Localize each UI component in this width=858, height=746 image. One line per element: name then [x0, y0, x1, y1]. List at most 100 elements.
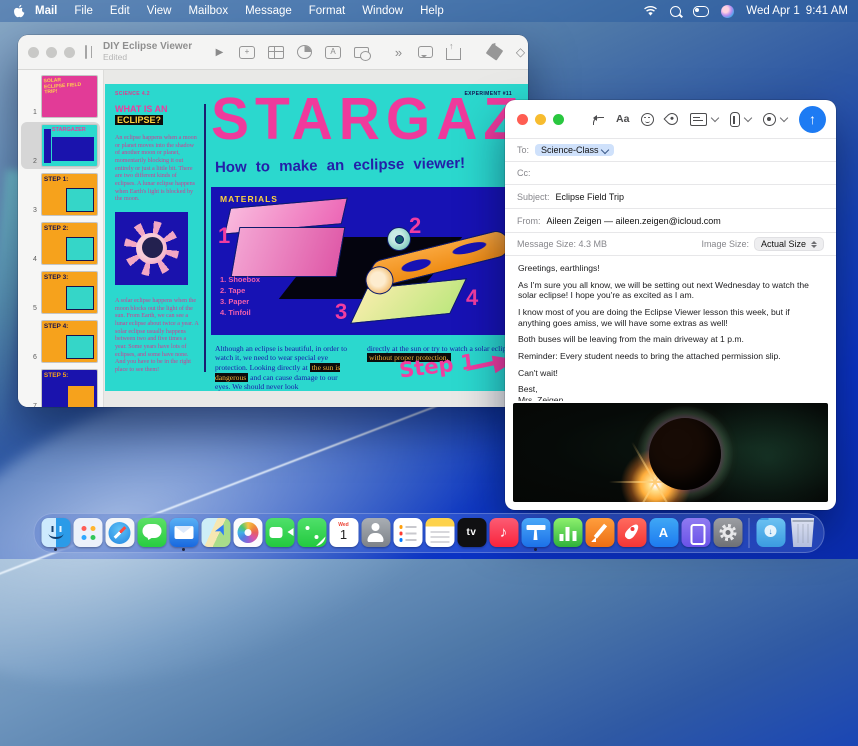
dock-contacts[interactable] [361, 515, 391, 551]
wifi-icon[interactable] [643, 6, 658, 17]
cc-field[interactable]: Cc: [505, 161, 836, 184]
siri-icon[interactable] [721, 5, 734, 18]
eclipse-photo-attachment[interactable] [513, 403, 828, 502]
dock-reminders[interactable] [393, 515, 423, 551]
chart-icon[interactable] [297, 45, 312, 59]
to-field[interactable]: To: Science-Class [505, 138, 836, 161]
menu-view[interactable]: View [147, 5, 172, 17]
dock: Wed1 tv♪ A [34, 513, 825, 553]
dock-maps[interactable] [201, 515, 231, 551]
slide-thumbnail-row-4[interactable]: 4STEP 2: [21, 220, 100, 267]
view-sidebar-icon[interactable] [85, 45, 87, 59]
menu-clock[interactable]: Wed Apr 1 9:41 AM [746, 5, 848, 17]
minimize-button[interactable] [535, 114, 546, 125]
dock-mail[interactable] [169, 515, 199, 551]
dock-iphone-mirroring[interactable] [681, 515, 711, 551]
menu-format[interactable]: Format [309, 5, 345, 17]
writing-tools-icon[interactable] [664, 111, 681, 128]
slide-paragraph-1: An eclipse happens when a moon or planet… [115, 135, 199, 204]
slide-2-stargazer[interactable]: SCIENCE 4.2 EXPERIMENT #11 WHAT IS AN EC… [105, 84, 528, 391]
menu-edit[interactable]: Edit [110, 5, 130, 17]
add-slide-icon[interactable]: + [239, 46, 255, 59]
reply-icon[interactable] [593, 117, 604, 125]
zoom-button[interactable] [553, 114, 564, 125]
insert-link-button[interactable] [763, 113, 787, 126]
minimize-button[interactable] [46, 47, 57, 58]
close-button[interactable] [28, 47, 39, 58]
more-icon[interactable]: » [392, 45, 405, 59]
to-recipient-token[interactable]: Science-Class [535, 144, 614, 156]
dock-notes[interactable] [425, 515, 455, 551]
dock-rocket[interactable] [617, 515, 647, 551]
dock-appstore[interactable]: A [649, 515, 679, 551]
dock-downloads[interactable] [756, 515, 786, 551]
menu-message[interactable]: Message [245, 5, 292, 17]
menu-mailbox[interactable]: Mailbox [188, 5, 228, 17]
slide-thumbnail[interactable]: STEP 5: [41, 369, 98, 407]
slide-thumbnail[interactable]: STEP 4: [41, 320, 98, 363]
slide-thumbnail-row-3[interactable]: 3STEP 1: [21, 171, 100, 218]
slide-thumbnail[interactable]: STEP 1: [41, 173, 98, 216]
dock-keynote[interactable] [521, 515, 551, 551]
text-box-icon[interactable]: A [325, 46, 341, 59]
message-size: Message Size: 4.3 MB [517, 239, 607, 249]
dock-music[interactable]: ♪ [489, 515, 519, 551]
dock-safari[interactable] [105, 515, 135, 551]
play-icon[interactable]: ▶ [213, 45, 226, 59]
spotlight-search-icon[interactable] [670, 6, 681, 17]
dock-trash[interactable] [788, 515, 818, 551]
share-icon[interactable] [446, 48, 461, 60]
mail-body-editor[interactable]: Greetings, earthlings!As I'm sure you al… [505, 255, 836, 401]
close-button[interactable] [517, 114, 528, 125]
mail-body-paragraph: Best,Mrs. Zeigen [518, 384, 823, 401]
comment-icon[interactable] [418, 46, 433, 58]
column-divider [204, 104, 206, 372]
control-center-icon[interactable] [693, 6, 709, 17]
slide-thumbnail-row-5[interactable]: 5STEP 3: [21, 269, 100, 316]
attach-button[interactable] [730, 112, 751, 127]
format-icon[interactable] [486, 43, 504, 60]
dock-tv[interactable]: tv [457, 515, 487, 551]
dock-calendar[interactable]: Wed1 [329, 515, 359, 551]
send-button[interactable]: ↑ [799, 106, 826, 133]
dock-facetime[interactable] [265, 515, 295, 551]
slide-number: 2 [33, 158, 37, 167]
table-icon[interactable] [268, 46, 284, 59]
image-size-select[interactable]: Actual Size [754, 237, 824, 251]
header-fields-button[interactable] [690, 113, 718, 126]
dock-settings[interactable] [713, 515, 743, 551]
dock-finder[interactable] [41, 515, 71, 551]
slide-thumbnail[interactable]: STEP 3: [41, 271, 98, 314]
menu-help[interactable]: Help [420, 5, 444, 17]
slide-thumbnail[interactable]: STARGAZER [41, 124, 98, 167]
slide-thumbnail[interactable]: SOLAR ECLIPSE FIELD TRIP! [41, 75, 98, 118]
slide-thumbnail-row-7[interactable]: 7STEP 5: [21, 367, 100, 407]
menu-window[interactable]: Window [362, 5, 403, 17]
zoom-button[interactable] [64, 47, 75, 58]
emoji-icon[interactable] [641, 113, 654, 126]
slide-thumbnail-row-2[interactable]: 2 STARGAZER [21, 122, 100, 169]
dock-photos[interactable] [233, 515, 263, 551]
keynote-titlebar[interactable]: DIY Eclipse Viewer Edited ▶+A»◇ [18, 35, 528, 70]
subject-field[interactable]: Subject: Eclipse Field Trip [505, 184, 836, 208]
thumbnail-title: STEP 4: [44, 323, 68, 330]
format-icon[interactable]: Aa [616, 113, 629, 125]
menu-file[interactable]: File [74, 5, 93, 17]
slide-thumbnail-row-1[interactable]: 1SOLAR ECLIPSE FIELD TRIP! [21, 73, 100, 120]
from-field[interactable]: From: Aileen Zeigen — aileen.zeigen@iclo… [505, 208, 836, 232]
dock-numbers[interactable] [553, 515, 583, 551]
mail-compose-window: Aa ↑ To: Science-Class Cc: Subject: Ecli… [505, 100, 836, 510]
dock-messages[interactable] [137, 515, 167, 551]
dock-pages[interactable] [585, 515, 615, 551]
slide-thumbnail[interactable]: STEP 2: [41, 222, 98, 265]
slide-thumbnail-row-6[interactable]: 6STEP 4: [21, 318, 100, 365]
apple-menu[interactable] [12, 4, 25, 19]
dock-launchpad[interactable] [73, 515, 103, 551]
dock-phone[interactable] [297, 515, 327, 551]
mail-body-paragraph: Greetings, earthlings! [518, 263, 823, 274]
keynote-window-controls [28, 47, 75, 58]
animate-icon[interactable]: ◇ [514, 45, 527, 59]
menu-app-name[interactable]: Mail [35, 5, 57, 17]
dock-divider [749, 518, 750, 548]
shape-icon[interactable] [354, 47, 369, 58]
